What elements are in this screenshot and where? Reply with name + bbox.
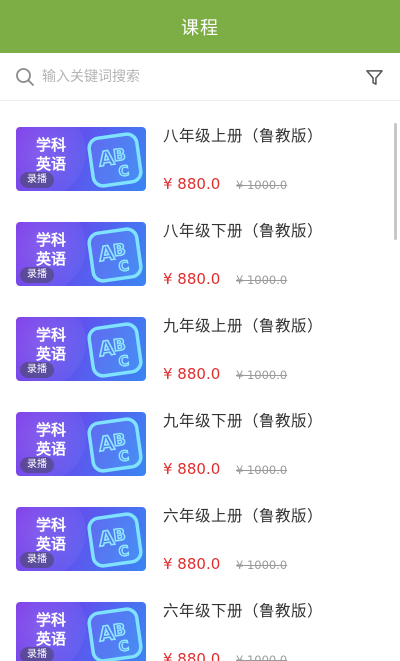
search-bar: [0, 53, 400, 101]
list-item[interactable]: 学科 英语 A B C 录播 九年级上册（鲁教版） ¥ 880.0 ¥ 1000.…: [0, 291, 400, 386]
course-thumbnail: 学科 英语 A B C 录播: [16, 127, 146, 191]
page-title: 课程: [181, 17, 219, 39]
course-thumbnail: 学科 英语 A B C 录播: [16, 412, 146, 476]
thumbnail-subject: 学科 英语: [36, 516, 67, 553]
abc-badge-icon: A B C: [87, 607, 143, 661]
course-title: 九年级下册（鲁教版）: [163, 412, 324, 430]
course-price: ¥ 880.0: [163, 460, 221, 478]
course-original-price: ¥ 1000.0: [236, 558, 288, 572]
course-original-price: ¥ 1000.0: [236, 368, 288, 382]
course-title: 九年级上册（鲁教版）: [163, 317, 324, 335]
list-item[interactable]: 学科 英语 A B C 录播 六年级下册（鲁教版） ¥ 880.0 ¥ 1000.…: [0, 576, 400, 661]
abc-badge-icon: A B C: [87, 322, 143, 378]
course-type-tag: 录播: [20, 362, 54, 378]
course-type-tag: 录播: [20, 267, 54, 283]
course-type-tag: 录播: [20, 647, 54, 661]
course-title: 六年级上册（鲁教版）: [163, 507, 324, 525]
course-title: 八年级下册（鲁教版）: [163, 222, 324, 240]
course-price: ¥ 880.0: [163, 555, 221, 573]
thumbnail-subject: 学科 英语: [36, 231, 67, 268]
abc-badge-icon: A B C: [87, 227, 143, 283]
abc-badge-icon: A B C: [87, 417, 143, 473]
course-original-price: ¥ 1000.0: [236, 653, 288, 661]
app-header: 课程: [0, 0, 400, 53]
course-title: 六年级下册（鲁教版）: [163, 602, 324, 620]
thumbnail-subject: 学科 英语: [36, 136, 67, 173]
course-original-price: ¥ 1000.0: [236, 178, 288, 192]
course-price: ¥ 880.0: [163, 365, 221, 383]
course-original-price: ¥ 1000.0: [236, 463, 288, 477]
thumbnail-subject: 学科 英语: [36, 326, 67, 363]
course-list[interactable]: 学科 英语 A B C 录播 八年级上册（鲁教版） ¥ 880.0 ¥ 1000.…: [0, 101, 400, 661]
course-original-price: ¥ 1000.0: [236, 273, 288, 287]
course-thumbnail: 学科 英语 A B C 录播: [16, 317, 146, 381]
course-type-tag: 录播: [20, 552, 54, 568]
course-thumbnail: 学科 英语 A B C 录播: [16, 222, 146, 286]
course-thumbnail: 学科 英语 A B C 录播: [16, 507, 146, 571]
course-type-tag: 录播: [20, 172, 54, 188]
course-price: ¥ 880.0: [163, 175, 221, 193]
thumbnail-subject: 学科 英语: [36, 611, 67, 648]
list-item[interactable]: 学科 英语 A B C 录播 六年级上册（鲁教版） ¥ 880.0 ¥ 1000.…: [0, 481, 400, 576]
search-input[interactable]: [42, 65, 342, 89]
course-title: 八年级上册（鲁教版）: [163, 127, 324, 145]
course-price: ¥ 880.0: [163, 270, 221, 288]
abc-badge-icon: A B C: [87, 132, 143, 188]
filter-icon[interactable]: [365, 68, 384, 87]
thumbnail-subject: 学科 英语: [36, 421, 67, 458]
list-item[interactable]: 学科 英语 A B C 录播 九年级下册（鲁教版） ¥ 880.0 ¥ 1000.…: [0, 386, 400, 481]
scrollbar[interactable]: [394, 123, 397, 240]
abc-badge-icon: A B C: [87, 512, 143, 568]
course-price: ¥ 880.0: [163, 650, 221, 661]
list-item[interactable]: 学科 英语 A B C 录播 八年级上册（鲁教版） ¥ 880.0 ¥ 1000.…: [0, 101, 400, 196]
course-type-tag: 录播: [20, 457, 54, 473]
course-thumbnail: 学科 英语 A B C 录播: [16, 602, 146, 661]
list-item[interactable]: 学科 英语 A B C 录播 八年级下册（鲁教版） ¥ 880.0 ¥ 1000.…: [0, 196, 400, 291]
search-icon: [16, 68, 34, 86]
